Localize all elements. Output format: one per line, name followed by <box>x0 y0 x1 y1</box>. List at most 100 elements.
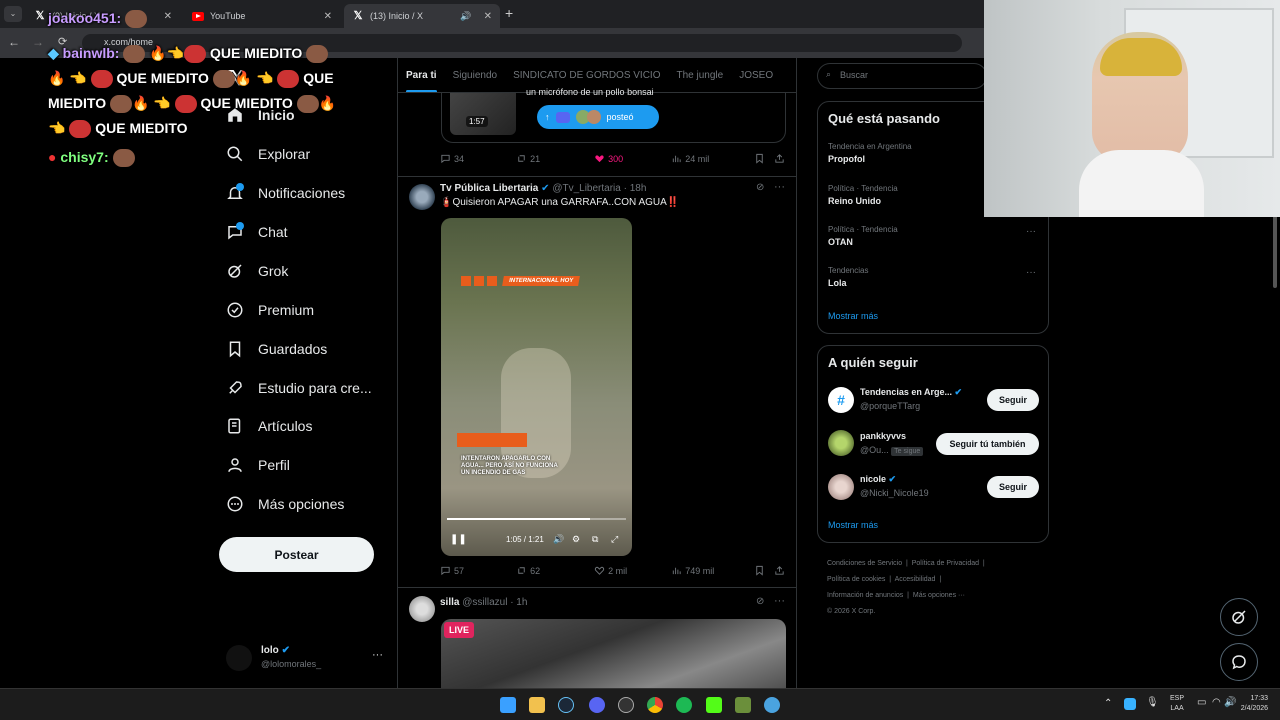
follow-suggestion[interactable]: nicole ✔ @Nicki_Nicole19 Seguir <box>828 473 1043 503</box>
chrome-icon[interactable] <box>647 697 663 713</box>
grok-icon[interactable]: ⊘ <box>756 596 764 607</box>
repost-button[interactable]: 21 <box>516 153 594 164</box>
more-options-icon[interactable]: ··· <box>1026 267 1036 278</box>
avatar[interactable] <box>409 184 435 210</box>
volume-icon[interactable]: 🔊 <box>1224 697 1236 708</box>
bookmark-button[interactable] <box>754 565 774 576</box>
show-more-link[interactable]: Mostrar más <box>828 520 878 530</box>
reply-button[interactable]: 34 <box>440 153 516 164</box>
like-button[interactable]: 2 mil <box>594 565 671 576</box>
follow-suggestion[interactable]: pankkyvvs @Ou... Te sigue Seguir tú tamb… <box>828 430 1043 460</box>
scrollbar-thumb[interactable] <box>1273 208 1277 288</box>
nav-notificaciones[interactable]: Notificaciones <box>226 178 345 208</box>
trend-item[interactable]: Política · Tendencia OTAN <box>828 225 1038 247</box>
author-name[interactable]: silla <box>440 597 459 608</box>
windows-start-icon[interactable] <box>500 697 516 713</box>
more-options-icon[interactable]: ··· <box>372 649 383 661</box>
kick-icon[interactable] <box>706 697 722 713</box>
author-handle[interactable]: @Tv_Libertaria <box>552 183 621 194</box>
like-button[interactable]: 300 <box>594 153 671 164</box>
tray-icon[interactable] <box>1124 698 1136 710</box>
fullscreen-icon[interactable]: ⤢ <box>611 534 618 545</box>
grok-float-button[interactable] <box>1220 598 1258 636</box>
views-button[interactable]: 24 mil <box>671 153 754 164</box>
volume-icon[interactable]: 🔊 <box>553 534 564 545</box>
pip-icon[interactable]: ⧉ <box>592 534 598 545</box>
forward-icon[interactable]: → <box>32 35 44 49</box>
share-button[interactable] <box>774 565 785 576</box>
language-indicator[interactable]: ESP LAA <box>1170 694 1184 714</box>
nav-chat[interactable]: Chat <box>226 217 288 247</box>
tab-siguiendo[interactable]: Siguiendo <box>445 58 505 92</box>
spotify-icon[interactable] <box>676 697 692 713</box>
grok-icon[interactable]: ⊘ <box>756 182 764 193</box>
follow-back-button[interactable]: Seguir tú también <box>936 433 1039 455</box>
repost-button[interactable]: 62 <box>516 565 594 576</box>
nav-articulos[interactable]: Artículos <box>226 411 312 441</box>
footer-link[interactable]: Accesibilidad <box>895 576 936 583</box>
file-explorer-icon[interactable] <box>529 697 545 713</box>
post-card-quoted[interactable]: 1:57 un micrófono de un pollo bonsai ↑ p… <box>441 87 786 143</box>
footer-link[interactable]: Más opciones ··· <box>913 592 965 599</box>
post-card[interactable]: Tv Pública Libertaria ✔ @Tv_Libertaria ·… <box>398 177 796 587</box>
timeline[interactable]: Para ti Siguiendo SINDICATO DE GORDOS VI… <box>397 58 797 688</box>
microphone-icon[interactable]: 🎙 <box>1146 697 1159 708</box>
avatar[interactable] <box>409 596 435 622</box>
nav-mas-opciones[interactable]: Más opciones <box>226 489 344 519</box>
new-tab-button[interactable]: + <box>505 5 513 21</box>
premium-icon <box>226 301 244 319</box>
follow-button[interactable]: Seguir <box>987 389 1039 411</box>
back-icon[interactable]: ← <box>8 35 20 49</box>
follow-button[interactable]: Seguir <box>987 476 1039 498</box>
tab-list-button[interactable]: ⌄ <box>4 6 22 22</box>
emote-icon <box>306 45 329 64</box>
footer-link[interactable]: Política de cookies <box>827 576 885 583</box>
follow-suggestion[interactable]: # Tendencias en Arge... ✔ @porqueTTarg S… <box>828 386 1043 416</box>
account-switcher[interactable]: lolo ✔ @lolomorales_ ··· <box>226 645 386 673</box>
search-input[interactable]: ⌕ Buscar <box>817 63 987 89</box>
trend-item[interactable]: Tendencias Lola <box>828 266 1038 288</box>
obs-icon[interactable] <box>618 697 634 713</box>
video-player[interactable]: INTERNACIONAL HOY INTENTARON APAGARLO CO… <box>441 218 632 556</box>
chevron-up-icon[interactable]: ⌃ <box>1104 698 1112 709</box>
posted-pill[interactable]: ↑ posteó <box>537 105 659 129</box>
post-button[interactable]: Postear <box>219 537 374 572</box>
nav-premium[interactable]: Premium <box>226 295 314 325</box>
video-thumbnail[interactable]: 1:57 <box>450 93 516 135</box>
views-button[interactable]: 749 mil <box>671 565 754 576</box>
nav-perfil[interactable]: Perfil <box>226 450 290 480</box>
footer-link[interactable]: Condiciones de Servicio <box>827 560 902 567</box>
chat-float-button[interactable] <box>1220 643 1258 681</box>
pause-icon[interactable]: ❚❚ <box>450 534 467 545</box>
app-icon[interactable] <box>764 697 780 713</box>
nav-estudio[interactable]: Estudio para cre... <box>226 373 372 403</box>
discord-icon[interactable] <box>589 697 605 713</box>
share-button[interactable] <box>774 153 785 164</box>
nav-guardados[interactable]: Guardados <box>226 334 327 364</box>
display-icon[interactable]: ▭ <box>1197 697 1206 708</box>
more-options-icon[interactable]: ··· <box>1026 226 1036 237</box>
footer-link[interactable]: Información de anuncios <box>827 592 903 599</box>
tab-joseo[interactable]: JOSEO <box>731 58 781 92</box>
tab-para-ti[interactable]: Para ti <box>398 58 445 92</box>
close-icon[interactable]: ✕ <box>484 11 492 22</box>
post-card[interactable]: silla @ssillazul · 1h ⊘ ··· LIVE <box>398 588 796 688</box>
nav-grok[interactable]: Grok <box>226 256 288 286</box>
more-options-icon[interactable]: ··· <box>774 595 785 607</box>
show-more-link[interactable]: Mostrar más <box>828 311 878 321</box>
clock[interactable]: 17:33 2/4/2026 <box>1236 694 1268 714</box>
settings-icon[interactable]: ⚙ <box>572 534 580 545</box>
author-handle[interactable]: @ssillazul <box>462 597 507 608</box>
bookmark-button[interactable] <box>754 153 774 164</box>
minecraft-icon[interactable] <box>735 697 751 713</box>
reply-button[interactable]: 57 <box>440 565 516 576</box>
footer-link[interactable]: Política de Privacidad <box>912 560 979 567</box>
video-player[interactable]: LIVE <box>441 619 786 688</box>
video-progress-track[interactable] <box>447 518 626 520</box>
author-name[interactable]: Tv Pública Libertaria <box>440 183 538 194</box>
speaker-icon[interactable]: 🔊 <box>460 11 471 22</box>
tab-the-jungle[interactable]: The jungle <box>669 58 732 92</box>
more-options-icon[interactable]: ··· <box>774 181 785 193</box>
steam-icon[interactable] <box>558 697 574 713</box>
wifi-icon[interactable]: ◠ <box>1212 697 1221 708</box>
